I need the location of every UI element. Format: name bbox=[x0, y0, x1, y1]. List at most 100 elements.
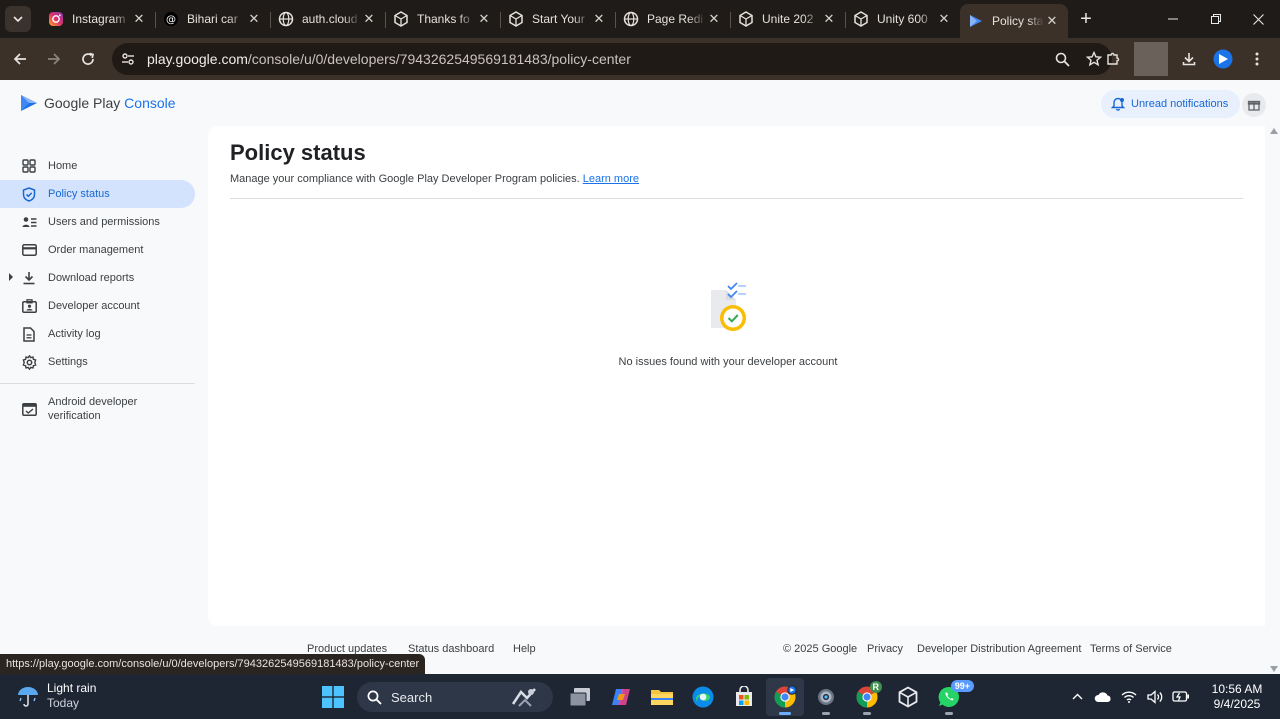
extensions-button[interactable] bbox=[1096, 42, 1130, 76]
back-button[interactable] bbox=[3, 42, 37, 76]
tune-icon bbox=[122, 53, 134, 65]
tab-unity-6000[interactable]: Unity 600 ✕ bbox=[845, 4, 960, 34]
show-hidden-icons-button[interactable] bbox=[1064, 693, 1090, 700]
taskbar-app-file-explorer[interactable] bbox=[643, 678, 681, 716]
play-console-icon bbox=[968, 13, 984, 29]
scroll-down-arrow-icon[interactable] bbox=[1270, 666, 1278, 672]
sidebar-item-download-reports[interactable]: Download reports bbox=[0, 264, 200, 292]
tab-policy-status[interactable]: Policy stat ✕ bbox=[960, 4, 1068, 38]
page-scrollbar[interactable] bbox=[1268, 126, 1280, 674]
taskbar-app-chrome-play-console[interactable] bbox=[766, 678, 804, 716]
sidebar-item-users-and-permissions[interactable]: Users and permissions bbox=[0, 208, 200, 236]
zoom-icon bbox=[1055, 52, 1070, 67]
tab-title: Instagram bbox=[72, 12, 126, 26]
expand-caret-icon[interactable] bbox=[8, 272, 14, 282]
url-text: play.google.com/console/u/0/developers/7… bbox=[147, 51, 631, 67]
battery-charging-icon bbox=[1172, 691, 1189, 702]
footer-link-developer-distribution-agreement[interactable]: Developer Distribution Agreement bbox=[917, 643, 1081, 655]
sidebar-item-order-management[interactable]: Order management bbox=[0, 236, 200, 264]
play-console-logo[interactable]: Google Play Console bbox=[20, 94, 176, 112]
close-window-button[interactable] bbox=[1237, 0, 1280, 38]
tab-title: Page Redi bbox=[647, 12, 704, 26]
weather-title: Light rain bbox=[47, 681, 97, 695]
close-icon[interactable]: ✕ bbox=[591, 11, 607, 27]
new-tab-button[interactable]: + bbox=[1072, 5, 1100, 33]
tab-auth-cloud[interactable]: auth.cloud ✕ bbox=[270, 4, 385, 34]
sidebar-item-policy-status[interactable]: Policy status bbox=[0, 180, 195, 208]
taskbar-app-whatsapp[interactable]: 99+ bbox=[930, 678, 974, 716]
sidebar-item-home[interactable]: Home bbox=[0, 152, 200, 180]
unread-notifications-button[interactable]: Unread notifications bbox=[1101, 90, 1241, 118]
whats-new-button[interactable] bbox=[1242, 93, 1266, 117]
learn-more-link[interactable]: Learn more bbox=[583, 173, 639, 185]
taskbar-app-settings[interactable] bbox=[807, 678, 845, 716]
tab-page-redirect[interactable]: Page Redi ✕ bbox=[615, 4, 730, 34]
taskbar-search[interactable]: Search bbox=[357, 682, 553, 712]
tab-title: Unite 202 bbox=[762, 12, 814, 26]
start-button[interactable] bbox=[314, 678, 352, 716]
minimize-button[interactable] bbox=[1151, 0, 1194, 38]
weather-widget[interactable]: Light rain Today bbox=[16, 681, 96, 711]
minimize-icon bbox=[1167, 18, 1178, 20]
volume-tray-button[interactable] bbox=[1142, 689, 1168, 704]
taskbar-clock[interactable]: 10:56 AM 9/4/2025 bbox=[1202, 682, 1272, 712]
close-icon[interactable]: ✕ bbox=[821, 11, 837, 27]
close-icon[interactable]: ✕ bbox=[476, 11, 492, 27]
onedrive-tray-button[interactable] bbox=[1090, 691, 1116, 703]
forward-button[interactable] bbox=[37, 42, 71, 76]
tab-title: Unity 600 bbox=[877, 12, 928, 26]
page-description-text: Manage your compliance with Google Play … bbox=[230, 173, 580, 185]
svg-text:@: @ bbox=[166, 15, 176, 26]
close-icon[interactable]: ✕ bbox=[361, 11, 377, 27]
close-icon[interactable]: ✕ bbox=[1044, 13, 1060, 29]
sidebar-item-developer-account[interactable]: Developer account bbox=[0, 292, 200, 320]
close-icon bbox=[1253, 13, 1264, 25]
unity-icon bbox=[508, 11, 524, 27]
sidebar-item-settings[interactable]: Settings bbox=[0, 348, 200, 376]
close-icon[interactable]: ✕ bbox=[936, 11, 952, 27]
restore-icon bbox=[1210, 14, 1221, 24]
footer-link-privacy[interactable]: Privacy bbox=[867, 643, 903, 655]
sidebar-item-android-developer-verification[interactable]: Android developer verification bbox=[0, 391, 200, 427]
restore-button[interactable] bbox=[1194, 0, 1237, 38]
taskbar-app-microsoft-store[interactable] bbox=[725, 678, 763, 716]
scroll-up-arrow-icon[interactable] bbox=[1270, 128, 1278, 134]
tab-bihari[interactable]: @ Bihari car ✕ bbox=[155, 4, 270, 34]
tab-unite[interactable]: Unite 202 ✕ bbox=[730, 4, 845, 34]
taskbar-app-unity-hub[interactable] bbox=[889, 678, 927, 716]
site-info-button[interactable] bbox=[112, 43, 144, 75]
tab-thanks[interactable]: Thanks fo ✕ bbox=[385, 4, 500, 34]
wifi-tray-button[interactable] bbox=[1116, 690, 1142, 703]
footer-link-terms-of-service[interactable]: Terms of Service bbox=[1090, 643, 1172, 655]
tab-instagram[interactable]: Instagram ✕ bbox=[40, 4, 155, 34]
page-title: Policy status bbox=[230, 140, 366, 165]
sidebar-item-activity-log[interactable]: Activity log bbox=[0, 320, 200, 348]
close-icon[interactable]: ✕ bbox=[246, 11, 262, 27]
battery-tray-button[interactable] bbox=[1168, 690, 1194, 703]
footer-link-status-dashboard[interactable]: Status dashboard bbox=[408, 643, 494, 655]
reload-icon bbox=[82, 52, 95, 65]
tab-search-button[interactable] bbox=[5, 6, 31, 32]
menu-button[interactable] bbox=[1240, 42, 1274, 76]
windows-logo-icon bbox=[322, 686, 344, 708]
task-view-button[interactable] bbox=[561, 678, 599, 716]
taskbar-app-edge[interactable] bbox=[684, 678, 722, 716]
address-bar[interactable]: play.google.com/console/u/0/developers/7… bbox=[112, 43, 1112, 75]
close-icon[interactable]: ✕ bbox=[706, 11, 722, 27]
close-icon[interactable]: ✕ bbox=[131, 11, 147, 27]
tab-start-your[interactable]: Start Your ✕ bbox=[500, 4, 615, 34]
footer-link-help[interactable]: Help bbox=[513, 643, 536, 655]
toolbar-actions bbox=[1096, 42, 1274, 76]
downloads-button[interactable] bbox=[1172, 42, 1206, 76]
zoom-button[interactable] bbox=[1050, 47, 1074, 71]
chrome-icon bbox=[774, 685, 797, 708]
reload-button[interactable] bbox=[71, 42, 105, 76]
taskbar-app-copilot[interactable] bbox=[602, 678, 640, 716]
window-controls bbox=[1151, 0, 1280, 38]
globe-icon bbox=[278, 11, 294, 27]
taskbar-app-chrome-profile[interactable]: R bbox=[848, 678, 886, 716]
profile-button[interactable] bbox=[1206, 42, 1240, 76]
sidebar-item-label: Home bbox=[48, 160, 78, 172]
wifi-icon bbox=[1121, 691, 1137, 703]
rain-umbrella-icon bbox=[18, 687, 38, 707]
